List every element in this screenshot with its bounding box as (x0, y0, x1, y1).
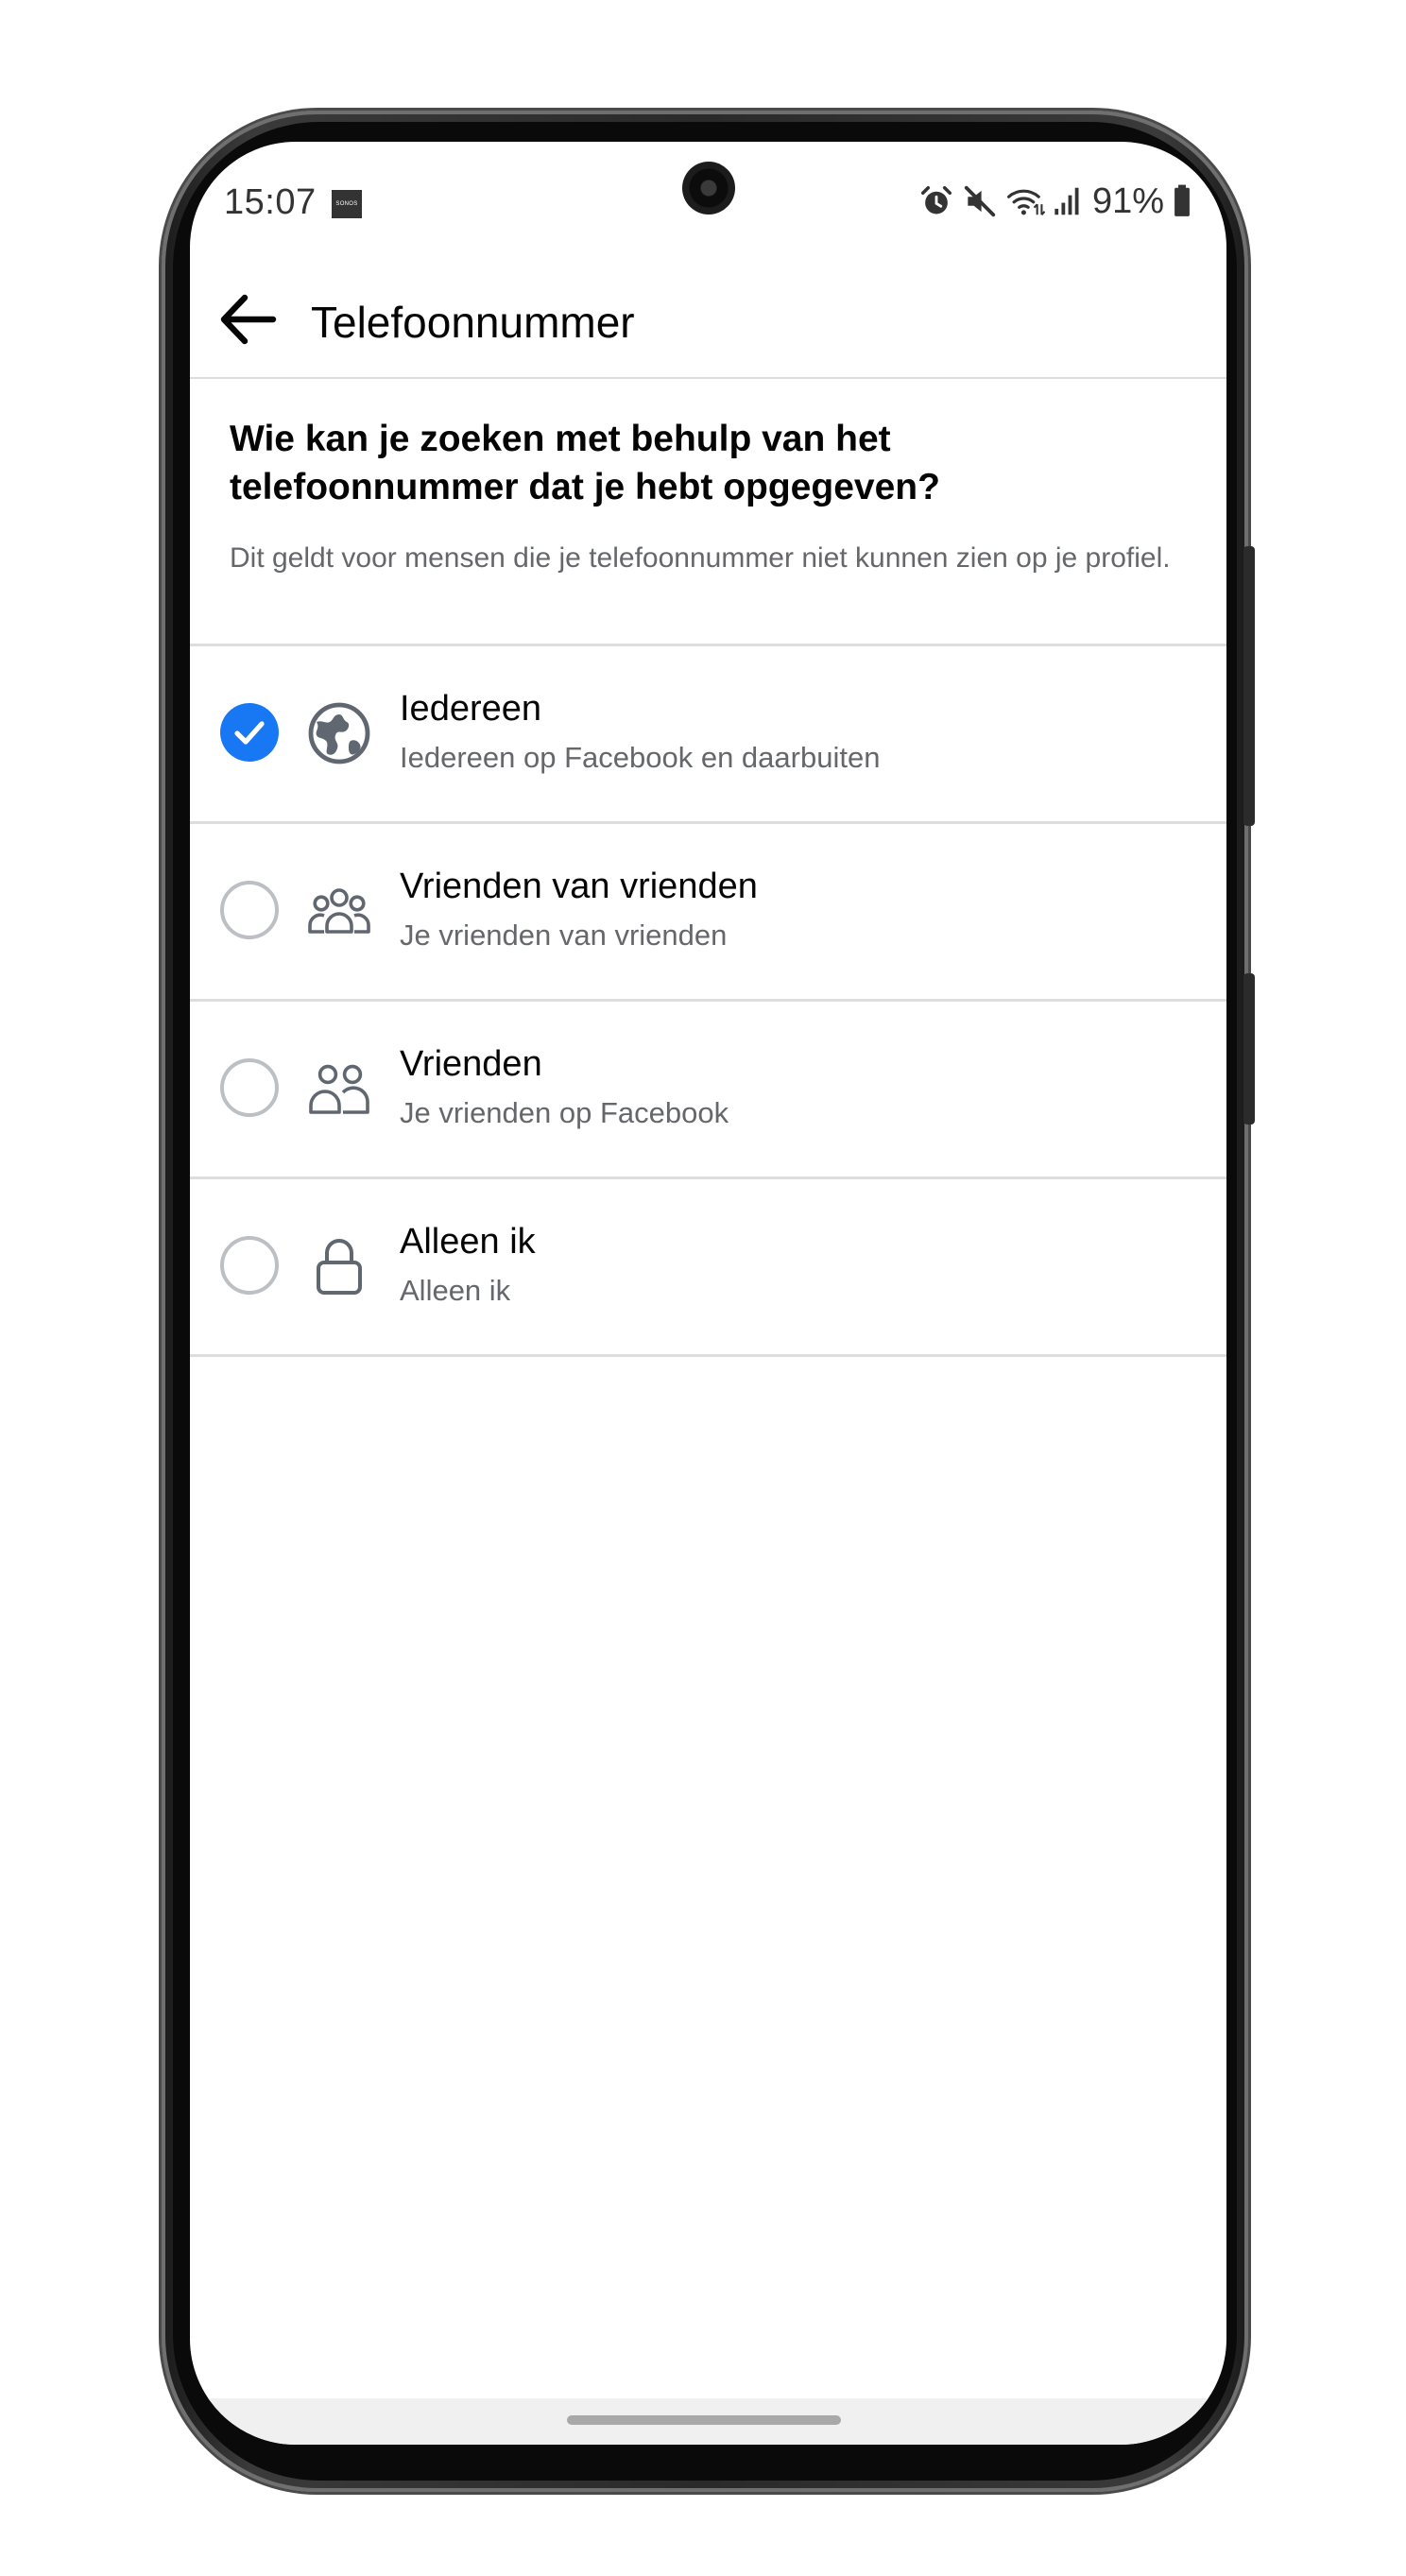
alarm-icon (920, 186, 952, 215)
radio-unchecked[interactable] (220, 881, 279, 939)
question-text: Wie kan je zoeken met behulp van het tel… (230, 419, 940, 507)
radio-checked[interactable] (220, 703, 279, 762)
option-alleen-ik[interactable]: Alleen ik Alleen ik (190, 1179, 1226, 1357)
option-subtitle: Je vrienden van vrienden (400, 919, 728, 952)
checkmark-icon (234, 721, 265, 745)
wifi-icon (1006, 189, 1045, 215)
friends-icon (305, 1055, 373, 1123)
status-time: 15:07 (224, 182, 317, 222)
front-camera (682, 162, 735, 215)
option-subtitle: Je vrienden op Facebook (400, 1096, 729, 1129)
option-vrienden-van-vrienden[interactable]: Vrienden van vrienden Je vrienden van vr… (190, 824, 1226, 1002)
phone-side-button-lower (1243, 973, 1255, 1125)
option-title: Iedereen (400, 689, 542, 729)
radio-unchecked[interactable] (220, 1236, 279, 1295)
audience-options: Iedereen Iedereen op Facebook en daarbui… (190, 646, 1226, 1357)
option-subtitle: Alleen ik (400, 1274, 511, 1307)
option-title: Vrienden van vrienden (400, 867, 758, 906)
phone-side-button-upper (1243, 546, 1255, 826)
back-button[interactable] (218, 289, 279, 350)
option-title: Alleen ik (400, 1222, 536, 1262)
screenshot-stage: 15:07 SONOS 91% Telefoonnummer Wie kan j… (0, 0, 1406, 2576)
radio-unchecked[interactable] (220, 1058, 279, 1117)
battery-percent: 91% (1091, 180, 1164, 221)
hint-text: Dit geldt voor mensen die je telefoonnum… (230, 542, 1171, 574)
sonos-notification-icon: SONOS (332, 190, 362, 218)
lock-icon (305, 1232, 373, 1300)
arrow-left-icon (220, 294, 277, 345)
option-subtitle: Iedereen op Facebook en daarbuiten (400, 741, 881, 774)
status-icons: 91% (918, 180, 1192, 223)
gesture-bar (190, 2398, 1226, 2445)
signal-icon (1054, 187, 1079, 215)
question-header: Wie kan je zoeken met behulp van het tel… (190, 379, 1226, 646)
battery-icon (1175, 184, 1190, 216)
phone-screen: 15:07 SONOS 91% Telefoonnummer Wie kan j… (190, 142, 1226, 2445)
globe-icon (305, 699, 373, 767)
app-bar: Telefoonnummer (190, 265, 1226, 379)
option-iedereen[interactable]: Iedereen Iedereen op Facebook en daarbui… (190, 646, 1226, 824)
home-indicator[interactable] (567, 2415, 841, 2425)
option-vrienden[interactable]: Vrienden Je vrienden op Facebook (190, 1002, 1226, 1179)
friends-of-friends-icon (305, 877, 373, 945)
option-title: Vrienden (400, 1044, 542, 1084)
page-title: Telefoonnummer (311, 298, 635, 347)
mute-icon (964, 185, 996, 217)
